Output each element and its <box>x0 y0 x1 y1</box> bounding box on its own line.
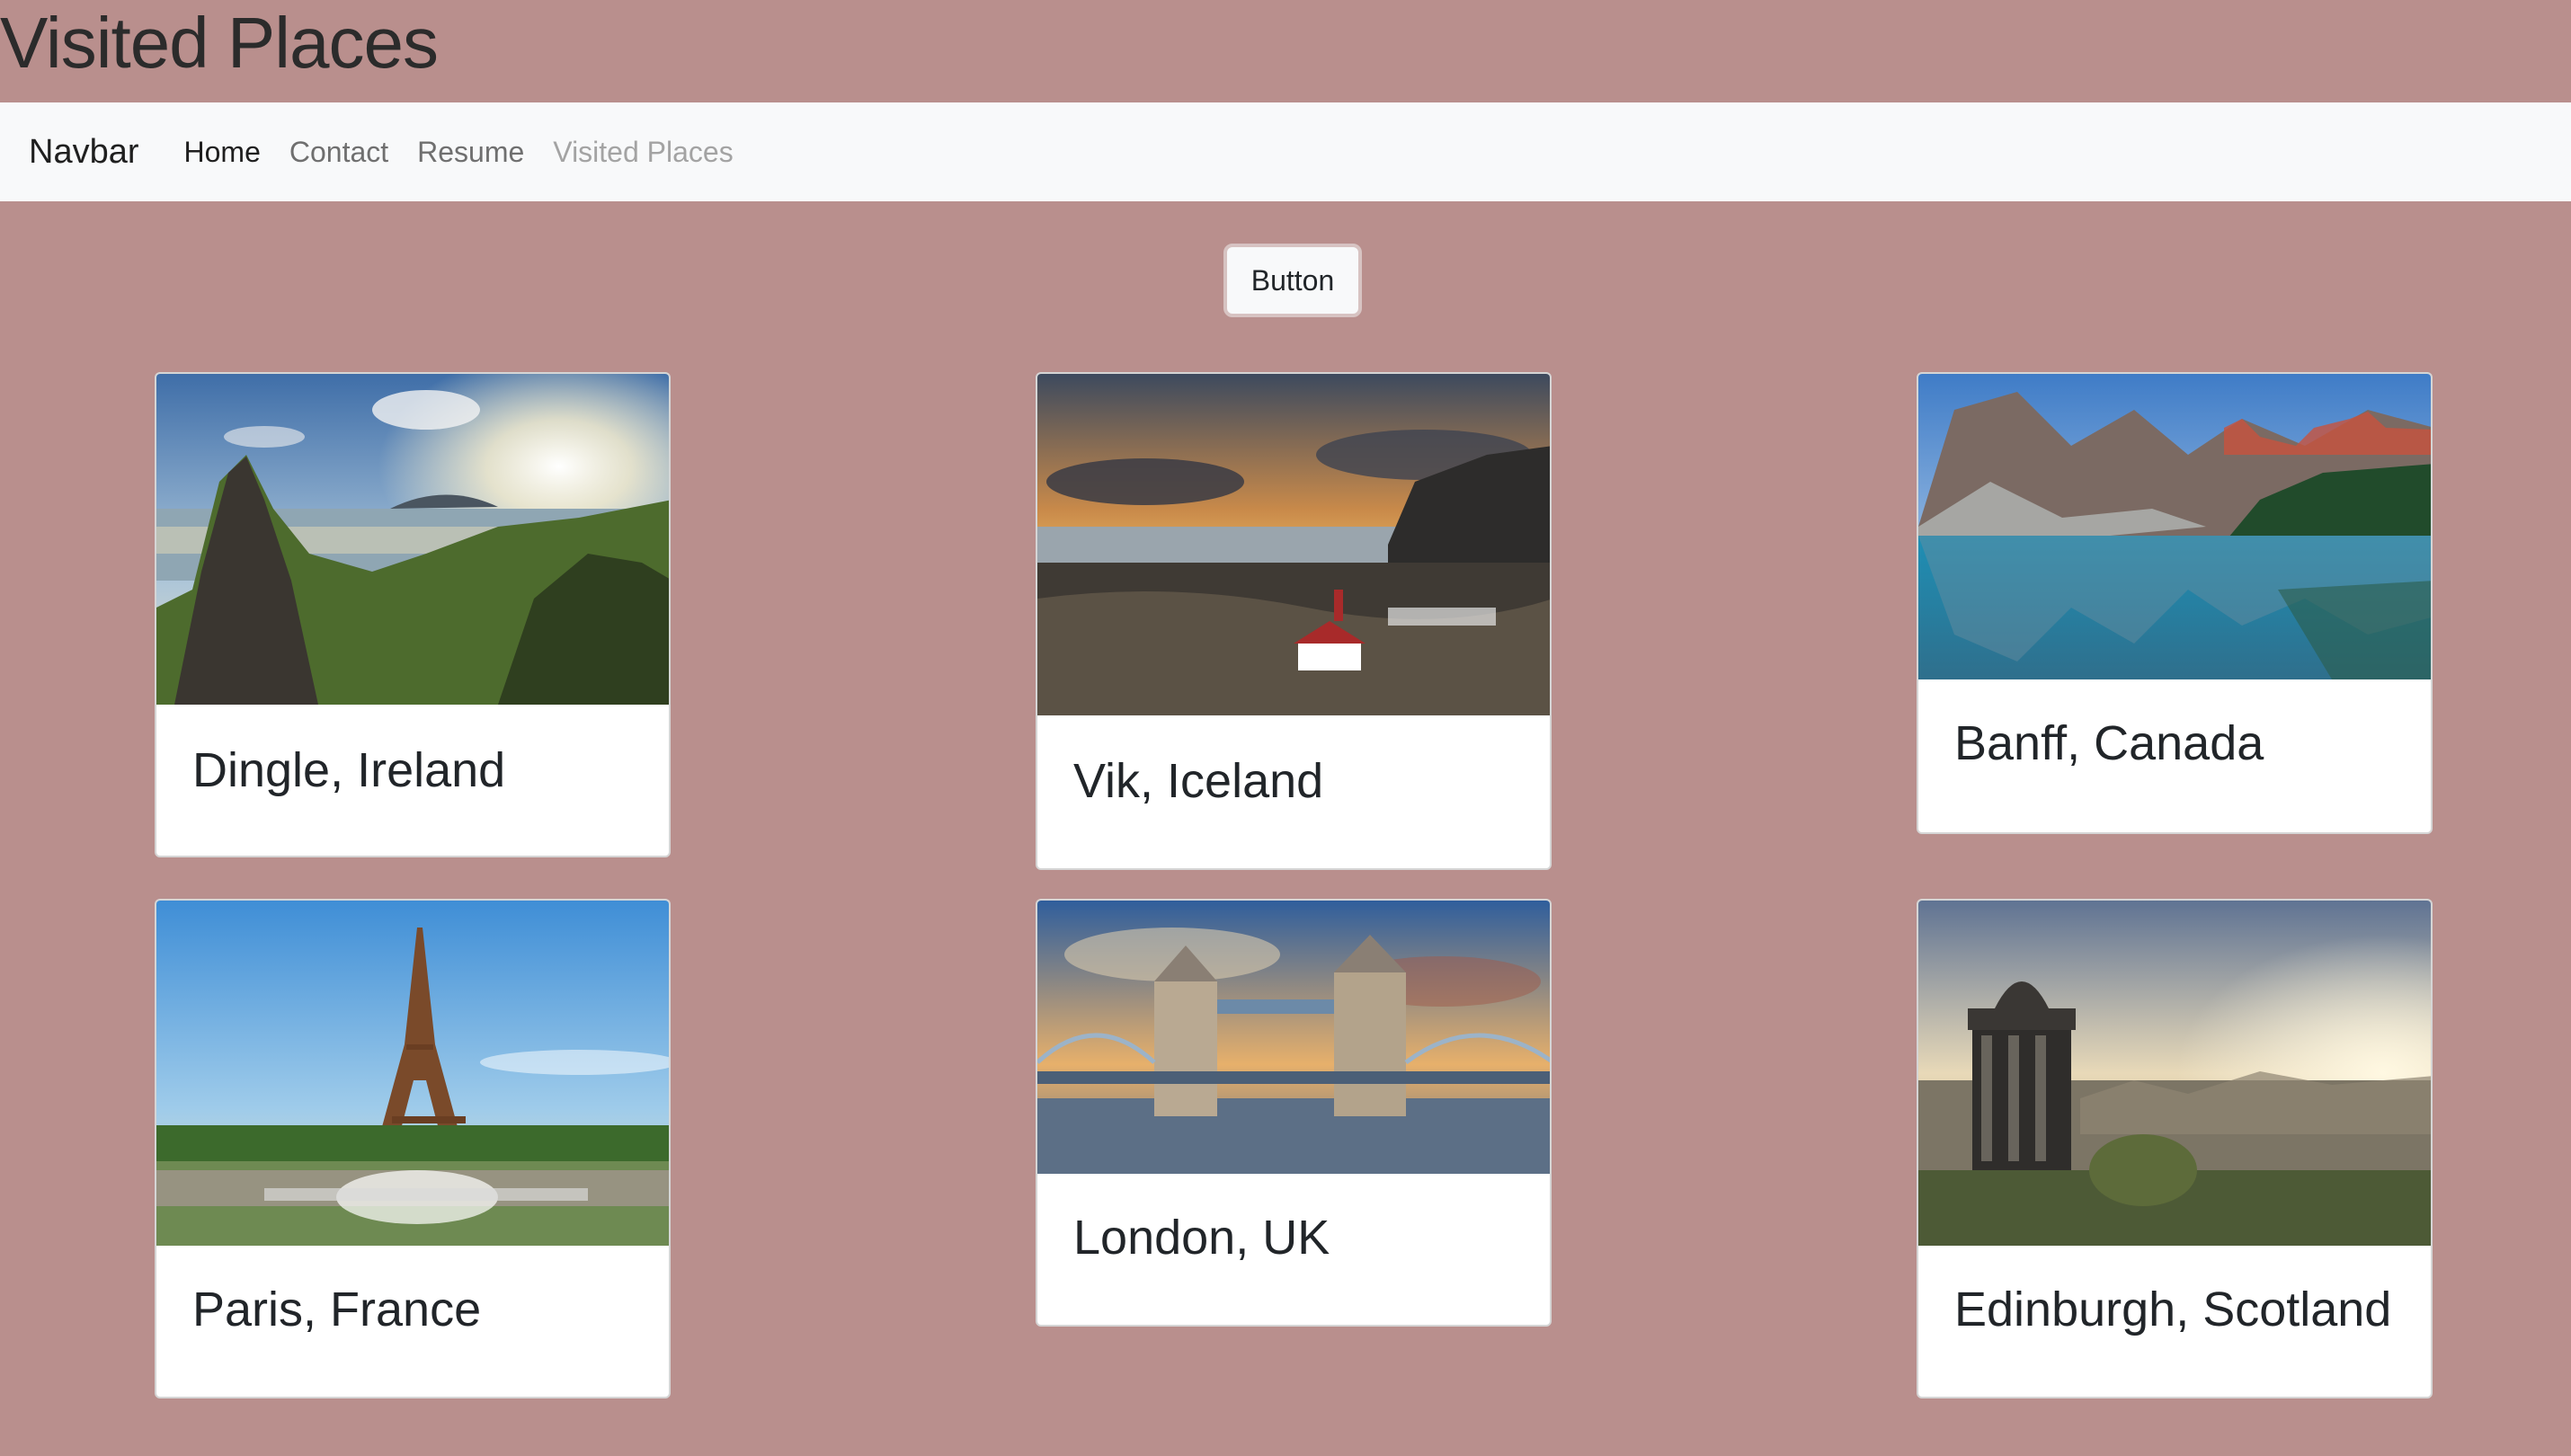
button-container: Button <box>1223 244 1362 317</box>
card-title: Banff, Canada <box>1954 716 2264 770</box>
navbar: Navbar Home Contact Resume Visited Place… <box>0 102 2571 201</box>
sunset-village-image <box>1037 374 1550 715</box>
coastal-cliffs-image <box>156 374 669 705</box>
nav-link-contact[interactable]: Contact <box>289 136 388 169</box>
card-title: Vik, Iceland <box>1073 754 1324 808</box>
place-card-paris: Paris, France <box>155 899 671 1398</box>
nav-link-home[interactable]: Home <box>184 136 261 169</box>
tower-bridge-image <box>1037 901 1550 1174</box>
page-header: Visited Places <box>0 0 2571 101</box>
card-title: London, UK <box>1073 1211 1330 1265</box>
place-card-edinburgh: Edinburgh, Scotland <box>1917 899 2433 1398</box>
place-card-london: London, UK <box>1036 899 1552 1327</box>
card-title: Edinburgh, Scotland <box>1954 1283 2392 1336</box>
place-card-vik: Vik, Iceland <box>1036 372 1552 870</box>
card-title: Dingle, Ireland <box>192 743 506 797</box>
card-title: Paris, France <box>192 1283 482 1336</box>
city-monument-image <box>1918 901 2431 1246</box>
nav-link-visited-places: Visited Places <box>553 135 734 168</box>
mountain-lake-image <box>1918 374 2431 679</box>
eiffel-tower-image <box>156 901 669 1246</box>
nav-link-resume[interactable]: Resume <box>417 136 524 169</box>
navbar-brand[interactable]: Navbar <box>29 133 139 172</box>
place-card-banff: Banff, Canada <box>1917 372 2433 834</box>
page-title: Visited Places <box>0 3 439 83</box>
place-card-dingle: Dingle, Ireland <box>155 372 671 857</box>
main-button[interactable]: Button <box>1223 244 1362 317</box>
